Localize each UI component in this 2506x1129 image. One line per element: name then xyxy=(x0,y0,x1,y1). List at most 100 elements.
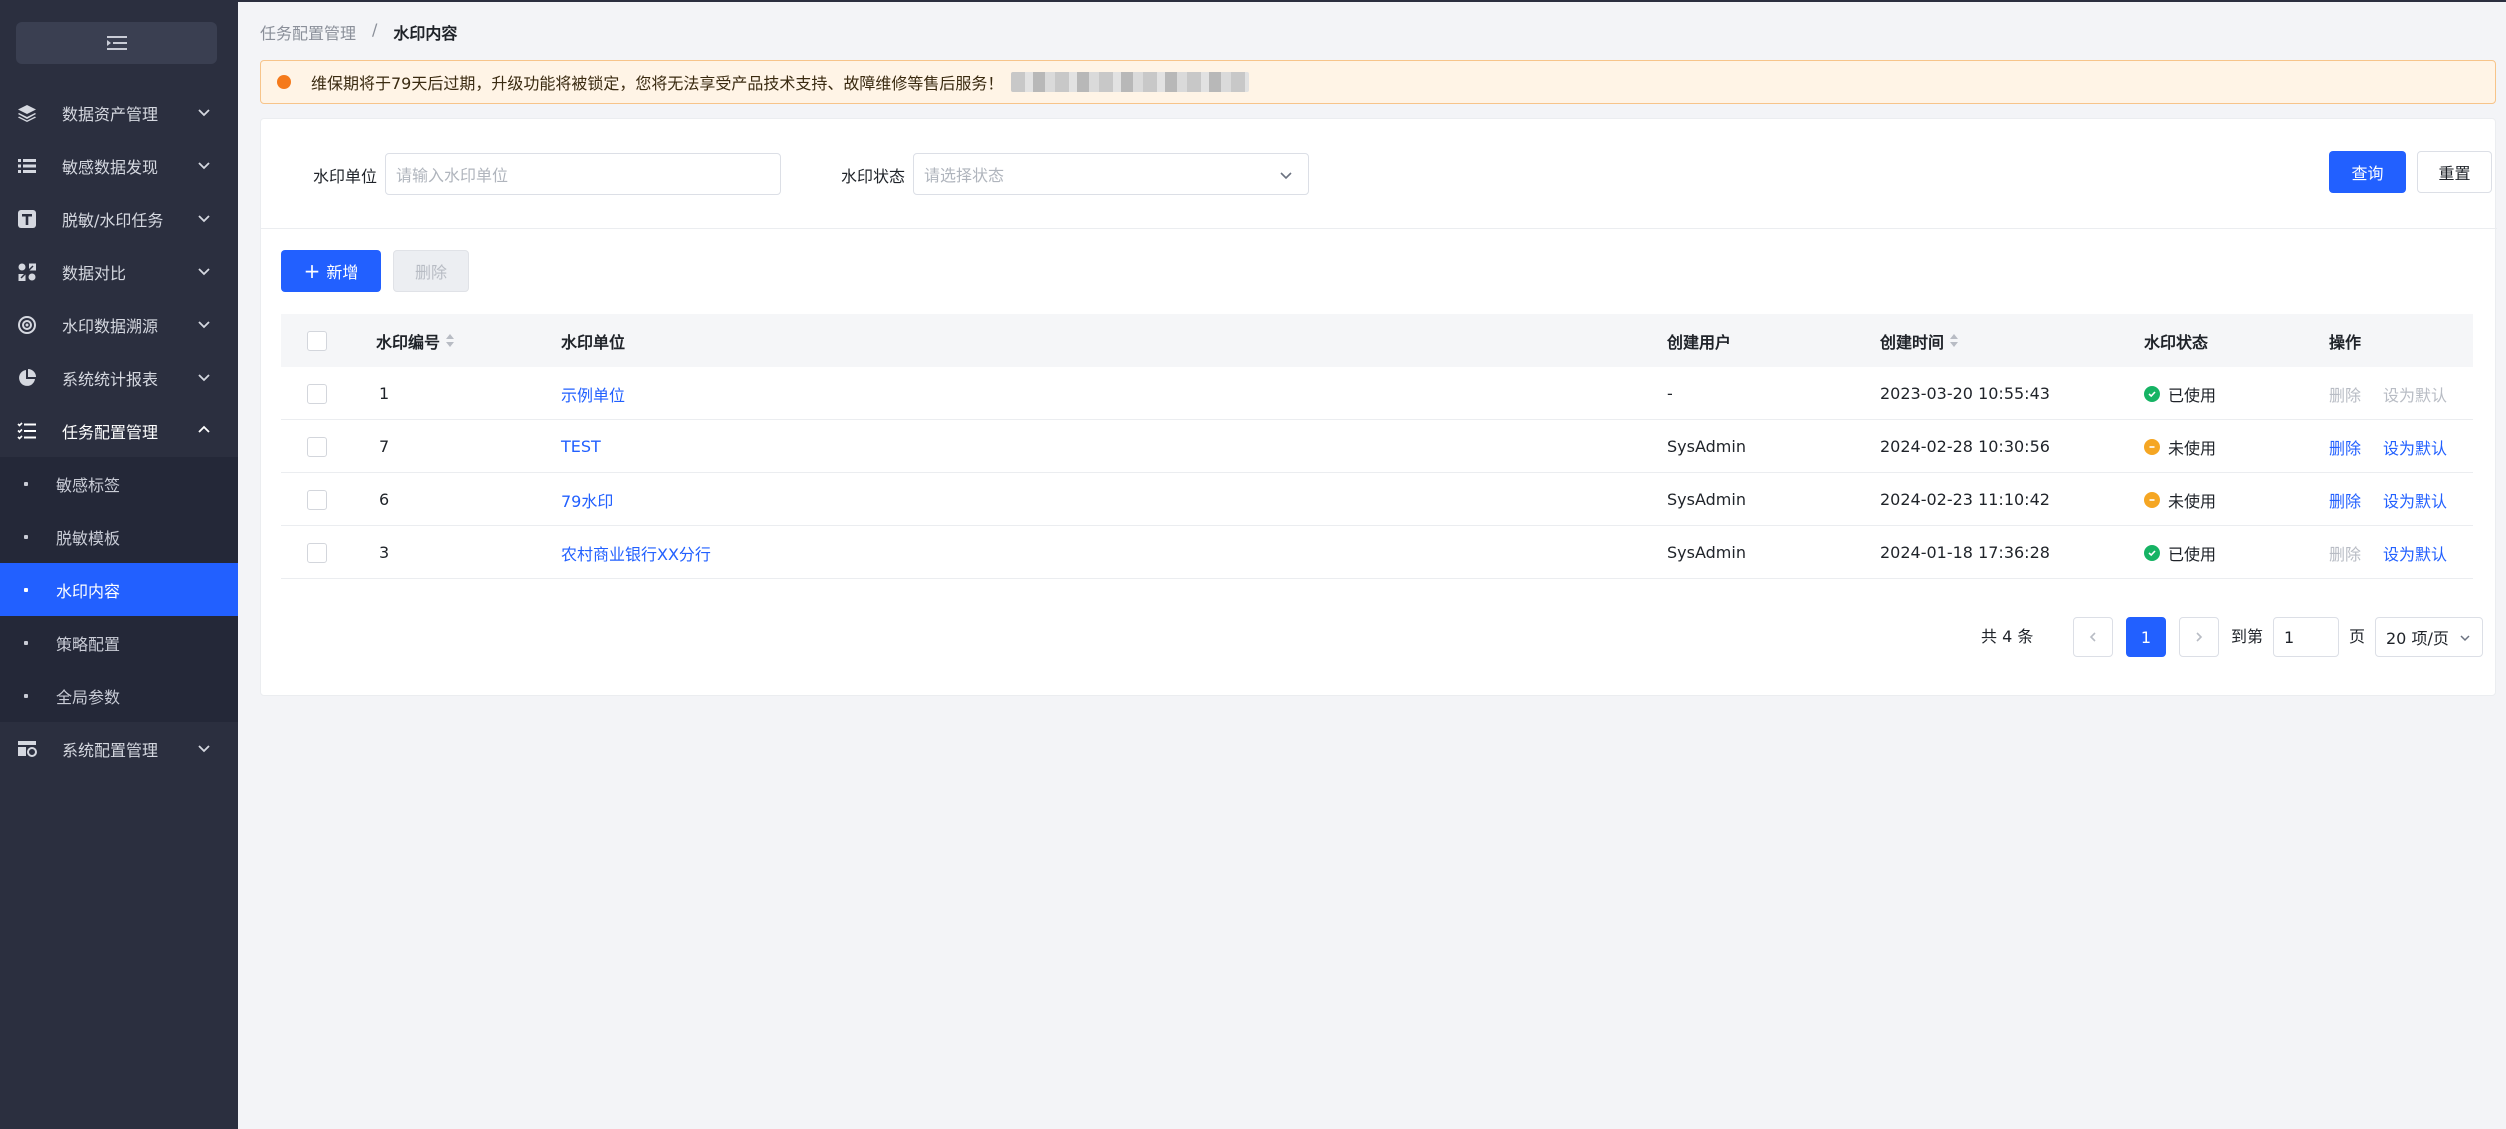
cell-unit-link[interactable]: TEST xyxy=(561,420,601,473)
unit-filter-input[interactable]: 请输入水印单位 xyxy=(385,153,781,195)
pagination-total: 共 4 条 xyxy=(1981,627,2034,646)
add-button-label: 新增 xyxy=(326,263,359,282)
unit-filter-placeholder: 请输入水印单位 xyxy=(396,166,509,185)
goto-page-input[interactable]: 1 xyxy=(2273,617,2339,657)
column-header-label: 操作 xyxy=(2329,332,2362,352)
column-header-label: 水印单位 xyxy=(561,332,626,352)
delete-link[interactable]: 删除 xyxy=(2329,420,2361,473)
batch-delete-button[interactable]: 删除 xyxy=(393,250,469,292)
sidebar-subitem-sensitive-tags[interactable]: 敏感标签 xyxy=(0,457,238,510)
sidebar-item-label: 水印数据溯源 xyxy=(62,316,159,336)
delete-link[interactable]: 删除 xyxy=(2329,526,2361,579)
check-circle-icon xyxy=(2144,385,2160,402)
set-default-link[interactable]: 设为默认 xyxy=(2383,473,2447,526)
text-box-icon xyxy=(16,208,38,230)
prev-page-button[interactable] xyxy=(2073,617,2113,657)
list-icon xyxy=(16,155,38,177)
delete-link[interactable]: 删除 xyxy=(2329,473,2361,526)
sidebar-item-watermark-trace[interactable]: 水印数据溯源 xyxy=(0,298,238,351)
sidebar-item-statistics-report[interactable]: 系统统计报表 xyxy=(0,351,238,404)
minus-circle-icon xyxy=(2144,491,2160,508)
page-button-current[interactable]: 1 xyxy=(2126,617,2166,657)
sidebar-item-task-config[interactable]: 任务配置管理 xyxy=(0,404,238,457)
query-button-label: 查询 xyxy=(2351,164,2384,183)
set-default-link[interactable]: 设为默认 xyxy=(2383,420,2447,473)
minus-circle-icon xyxy=(2144,438,2160,455)
breadcrumb-parent[interactable]: 任务配置管理 xyxy=(260,20,356,44)
sidebar-item-sensitive-discovery[interactable]: 敏感数据发现 xyxy=(0,139,238,192)
chevron-down-icon xyxy=(198,109,210,117)
page-size-select[interactable]: 20 项/页 xyxy=(2375,617,2483,657)
row-checkbox[interactable] xyxy=(307,489,327,510)
cell-user: SysAdmin xyxy=(1667,490,1746,509)
add-button[interactable]: + 新增 xyxy=(281,250,381,292)
bullet-icon xyxy=(24,693,28,698)
unit-filter-label: 水印单位 xyxy=(313,167,378,186)
main-content: 任务配置管理 / 水印内容 维保期将于79天后过期，升级功能将被锁定，您将无法享… xyxy=(238,0,2506,1129)
top-divider xyxy=(238,0,2506,2)
cell-id: 6 xyxy=(379,490,390,509)
status-text: 未使用 xyxy=(2168,438,2217,458)
sort-icon[interactable] xyxy=(446,333,455,348)
sidebar-subitem-global-params[interactable]: 全局参数 xyxy=(0,669,238,722)
sidebar-subitem-label: 策略配置 xyxy=(56,634,121,654)
sidebar-subitem-watermark-content[interactable]: 水印内容 xyxy=(0,563,238,616)
status-filter-select[interactable]: 请选择状态 xyxy=(913,153,1309,195)
next-page-button[interactable] xyxy=(2179,617,2219,657)
sidebar-item-data-assets[interactable]: 数据资产管理 xyxy=(0,86,238,139)
query-button[interactable]: 查询 xyxy=(2329,151,2406,193)
column-header-id[interactable]: 水印编号 xyxy=(376,314,455,367)
maintenance-notice: 维保期将于79天后过期，升级功能将被锁定，您将无法享受产品技术支持、故障维修等售… xyxy=(260,60,2496,104)
target-icon xyxy=(16,314,38,336)
cell-id: 3 xyxy=(379,543,390,562)
table-row: 1 示例单位 - 2023-03-20 10:55:43 已使用 删除 设为默认 xyxy=(281,367,2473,420)
status-filter-placeholder: 请选择状态 xyxy=(924,166,1005,185)
cell-unit-link[interactable]: 农村商业银行XX分行 xyxy=(561,526,711,579)
bullet-icon xyxy=(24,481,28,486)
sidebar-item-data-compare[interactable]: 数据对比 xyxy=(0,245,238,298)
sidebar-item-mask-watermark-task[interactable]: 脱敏/水印任务 xyxy=(0,192,238,245)
breadcrumb-separator: / xyxy=(372,20,378,39)
sidebar-subitem-policy-config[interactable]: 策略配置 xyxy=(0,616,238,669)
notice-text: 维保期将于79天后过期，升级功能将被锁定，您将无法享受产品技术支持、故障维修等售… xyxy=(311,74,1004,93)
bullet-icon xyxy=(24,640,28,645)
cell-time: 2024-02-23 11:10:42 xyxy=(1880,490,2050,509)
row-checkbox[interactable] xyxy=(307,436,327,457)
row-checkbox[interactable] xyxy=(307,383,327,404)
pie-chart-icon xyxy=(16,367,38,389)
breadcrumb-current: 水印内容 xyxy=(393,24,458,43)
status-text: 已使用 xyxy=(2168,544,2217,564)
column-header-ops: 操作 xyxy=(2329,314,2361,367)
sort-icon[interactable] xyxy=(1950,333,1959,348)
layers-icon xyxy=(16,102,38,124)
compare-icon xyxy=(16,261,38,283)
sidebar-subitem-label: 全局参数 xyxy=(56,687,121,707)
column-header-user: 创建用户 xyxy=(1667,314,1731,367)
set-default-link[interactable]: 设为默认 xyxy=(2383,367,2447,420)
sidebar-item-system-config[interactable]: 系统配置管理 xyxy=(0,722,238,775)
cell-user: SysAdmin xyxy=(1667,543,1746,562)
reset-button-label: 重置 xyxy=(2438,164,2471,183)
cell-user: - xyxy=(1667,384,1673,403)
chevron-down-icon xyxy=(198,162,210,170)
table-body: 1 示例单位 - 2023-03-20 10:55:43 已使用 删除 设为默认… xyxy=(281,367,2473,579)
watermark-table: 水印编号 水印单位 创建用户 创建时间 水印状态 操作 1 示例单位 - 202… xyxy=(281,314,2473,579)
select-all-checkbox[interactable] xyxy=(307,330,327,351)
reset-button[interactable]: 重置 xyxy=(2417,151,2492,193)
collapse-menu-button[interactable] xyxy=(16,22,217,64)
delete-link[interactable]: 删除 xyxy=(2329,367,2361,420)
cell-unit-link[interactable]: 79水印 xyxy=(561,473,613,526)
column-header-time[interactable]: 创建时间 xyxy=(1880,314,1959,367)
chevron-down-icon xyxy=(198,268,210,276)
status-text: 未使用 xyxy=(2168,491,2217,511)
menu-fold-icon xyxy=(106,36,127,50)
chevron-down-icon xyxy=(198,745,210,753)
cell-status: 未使用 xyxy=(2144,420,2216,473)
cell-unit-link[interactable]: 示例单位 xyxy=(561,367,625,420)
sidebar-subitem-label: 敏感标签 xyxy=(56,475,121,495)
row-checkbox[interactable] xyxy=(307,542,327,563)
sidebar-subitem-mask-templates[interactable]: 脱敏模板 xyxy=(0,510,238,563)
goto-label: 到第 xyxy=(2231,627,2264,646)
set-default-link[interactable]: 设为默认 xyxy=(2383,526,2447,579)
cell-id: 7 xyxy=(379,437,390,456)
